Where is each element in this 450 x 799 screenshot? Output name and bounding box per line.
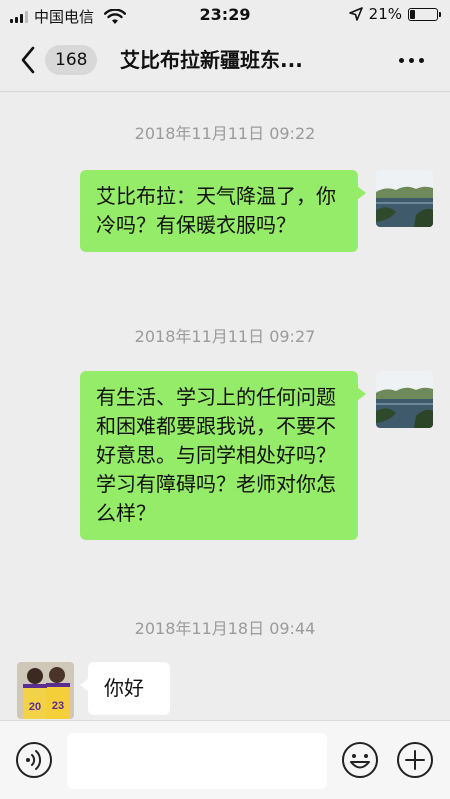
status-right: 21% <box>348 5 441 23</box>
add-button[interactable] <box>396 741 434 779</box>
message-timestamp: 2018年11月18日 09:44 <box>134 619 316 638</box>
contact-avatar[interactable]: 20 23 <box>17 662 74 719</box>
input-bar <box>0 720 450 799</box>
message-input[interactable] <box>67 733 327 789</box>
chat-header: 168 艾比布拉新疆班东... <box>0 30 450 92</box>
back-button[interactable] <box>16 44 40 76</box>
message-timestamp: 2018年11月11日 09:27 <box>134 327 316 346</box>
landscape-avatar-image <box>376 371 433 428</box>
basketball-players-avatar-image: 20 23 <box>17 662 74 719</box>
outgoing-message-bubble[interactable]: 艾比布拉：天气降温了，你冷吗？有保暖衣服吗？ <box>80 170 366 252</box>
more-button[interactable] <box>396 50 426 70</box>
header-divider <box>0 91 450 92</box>
landscape-avatar-image <box>376 170 433 227</box>
more-dot <box>418 57 424 63</box>
battery-percent: 21% <box>368 5 402 23</box>
self-avatar[interactable] <box>376 371 433 428</box>
unread-count-badge[interactable]: 168 <box>45 45 98 75</box>
chevron-left-icon <box>21 46 35 74</box>
emoji-icon <box>342 742 378 778</box>
location-arrow-icon <box>348 7 363 21</box>
emoji-button[interactable] <box>341 741 379 779</box>
voice-icon <box>16 742 52 778</box>
plus-circle-icon <box>397 742 433 778</box>
more-dot <box>408 57 414 63</box>
incoming-message-bubble[interactable]: 你好 <box>80 662 170 715</box>
jersey-number: 23 <box>52 700 64 712</box>
self-avatar[interactable] <box>376 170 433 227</box>
jersey-number: 20 <box>29 701 41 713</box>
status-bar: 中国电信 23:29 21% <box>0 0 450 30</box>
battery-icon <box>408 7 441 21</box>
battery-level <box>410 9 416 19</box>
more-dot <box>398 57 404 63</box>
voice-button[interactable] <box>15 741 53 779</box>
message-timestamp: 2018年11月11日 09:22 <box>134 124 316 143</box>
chat-title: 艾比布拉新疆班东... <box>120 48 303 72</box>
outgoing-message-bubble[interactable]: 有生活、学习上的任何问题和困难都要跟我说，不要不好意思。与同学相处好吗？学习有障… <box>80 371 366 540</box>
